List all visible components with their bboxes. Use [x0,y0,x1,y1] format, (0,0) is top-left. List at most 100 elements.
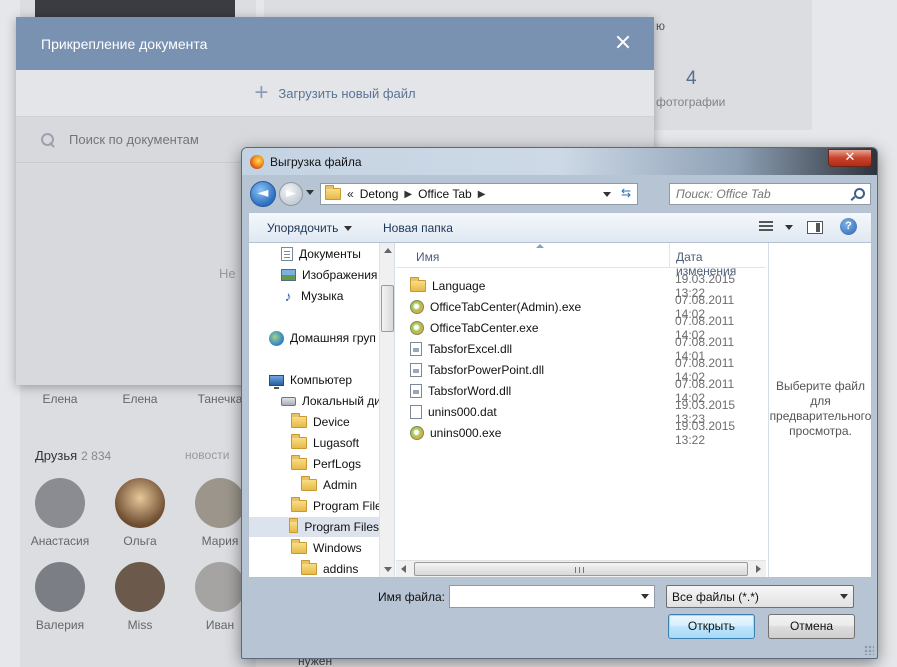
folder-search-input[interactable] [676,187,846,201]
nav-item-music[interactable]: ♪ Музыка [281,286,344,306]
nav-item-label: Program Files [304,520,379,534]
avatar [35,478,85,528]
upload-new-file-button[interactable]: + Загрузить новый файл [16,70,654,117]
dll-icon [410,341,422,356]
breadcrumb-chevron-icon[interactable]: ▶ [478,189,486,200]
horizontal-scrollbar[interactable] [396,560,766,577]
resize-grip-icon[interactable] [864,645,874,655]
chevron-down-icon [840,594,848,599]
scroll-up-icon[interactable] [384,248,392,253]
nav-item-local-disk[interactable]: Локальный ди [281,391,381,411]
file-name: TabsforPowerPoint.dll [428,362,545,377]
close-button[interactable]: ✕ [828,149,872,167]
navigation-scrollbar[interactable] [379,243,394,577]
friend-item[interactable]: Miss [105,562,175,632]
views-dropdown[interactable] [785,225,793,230]
command-toolbar: Упорядочить Новая папка ? [248,212,872,242]
nav-item-label: Музыка [301,289,344,303]
friends-row: Елена Елена Танечка [25,392,255,406]
close-icon[interactable] [614,33,632,51]
nav-item-program-files[interactable]: Program Files [291,496,388,516]
nav-item-label: Компьютер [290,373,353,387]
filename-label: Имя файла: [378,590,445,604]
friend-item[interactable]: Анастасия [25,478,95,548]
documents-search-input[interactable] [69,132,239,147]
friend-name: Ольга [123,534,157,548]
dialog-titlebar[interactable]: Выгрузка файла ✕ [242,148,877,175]
avatar [195,478,245,528]
file-date: 19.03.2015 13:22 [675,418,736,447]
friends-row: Анастасия Ольга Мария [25,478,255,548]
file-name: TabsforWord.dll [428,383,512,398]
file-name: OfficeTabCenter(Admin).exe [430,299,582,314]
recent-pages-dropdown[interactable] [306,190,314,195]
homegroup-icon [269,330,284,346]
avatar [195,562,245,612]
help-icon[interactable]: ? [840,218,857,235]
file-list: Имя Дата изменения Language 19.03.2015 13… [396,243,766,577]
nav-item-pictures[interactable]: Изображения [281,265,377,285]
nav-item-lugasoft[interactable]: Lugasoft [291,433,359,453]
refresh-icon[interactable]: ⇆ [617,186,635,202]
search-icon[interactable] [852,188,865,200]
file-name: unins000.exe [430,425,502,440]
new-folder-button[interactable]: Новая папка [383,221,453,235]
file-type-select[interactable]: Все файлы (*.*) [666,585,854,608]
breadcrumb-prefix[interactable]: « [347,187,354,201]
chevron-down-icon[interactable] [641,594,649,599]
friend-item[interactable]: Валерия [25,562,95,632]
folder-icon [291,539,307,554]
scroll-left-icon[interactable] [401,565,406,573]
nav-item-windows[interactable]: Windows [291,538,362,558]
friend-name: Мария [201,534,239,548]
avatar [115,478,165,528]
scroll-thumb[interactable] [381,285,394,332]
breadcrumb-chevron-icon[interactable]: ▶ [404,189,412,200]
friend-name: Елена [122,392,158,406]
breadcrumb-office-tab[interactable]: Office Tab [418,187,472,201]
file-row[interactable]: unins000.exe 19.03.2015 13:22 [410,419,764,447]
documents-icon [281,247,293,261]
nav-item-documents[interactable]: Документы [281,244,361,264]
friends-label: Друзья [35,448,78,463]
friends-news-link[interactable]: новости [185,448,229,462]
scroll-down-icon[interactable] [384,567,392,572]
open-button[interactable]: Открыть [668,614,755,639]
preview-pane-icon[interactable] [807,221,823,234]
nav-item-homegroup[interactable]: Домашняя груп [269,328,376,348]
exe-icon [410,299,424,314]
friends-header[interactable]: Друзья 2 834 [35,448,111,463]
chevron-down-icon[interactable] [603,192,611,197]
empty-state-stub: Не [219,266,236,281]
nav-item-label: Домашняя груп [290,331,376,345]
file-type-value: Все файлы (*.*) [672,590,759,604]
views-icon[interactable] [759,221,775,233]
friend-item[interactable]: Елена [25,392,95,406]
scroll-right-icon[interactable] [756,565,761,573]
folder-icon [410,276,426,292]
nav-item-label: addins [323,562,359,576]
nav-item-computer[interactable]: Компьютер [269,370,352,390]
nav-item-device[interactable]: Device [291,412,350,432]
nav-item-addins[interactable]: addins [301,559,358,577]
address-bar[interactable]: « Detong ▶ Office Tab ▶ ⇆ [320,183,638,205]
nav-item-program-files-x86[interactable]: Program Files [249,517,379,537]
nav-item-admin[interactable]: Admin [301,475,357,495]
column-divider[interactable] [669,243,670,268]
locked-folder-icon [301,476,317,491]
filename-input[interactable] [450,586,630,606]
friend-item[interactable]: Ольга [105,478,175,548]
breadcrumb-detong[interactable]: Detong [360,187,399,201]
organize-button[interactable]: Упорядочить [267,221,353,235]
cancel-button[interactable]: Отмена [768,614,855,639]
chevron-down-icon [344,226,353,232]
photos-label[interactable]: фотографии [656,95,725,109]
friend-item[interactable]: Елена [105,392,175,406]
forward-button[interactable]: ► [279,182,303,206]
friend-name: Валерия [35,618,85,632]
column-header-name[interactable]: Имя [416,250,439,264]
nav-item-perflogs[interactable]: PerfLogs [291,454,361,474]
photos-count[interactable]: 4 [686,68,697,90]
scroll-thumb[interactable] [414,562,748,576]
back-button[interactable]: ◄ [250,181,276,207]
